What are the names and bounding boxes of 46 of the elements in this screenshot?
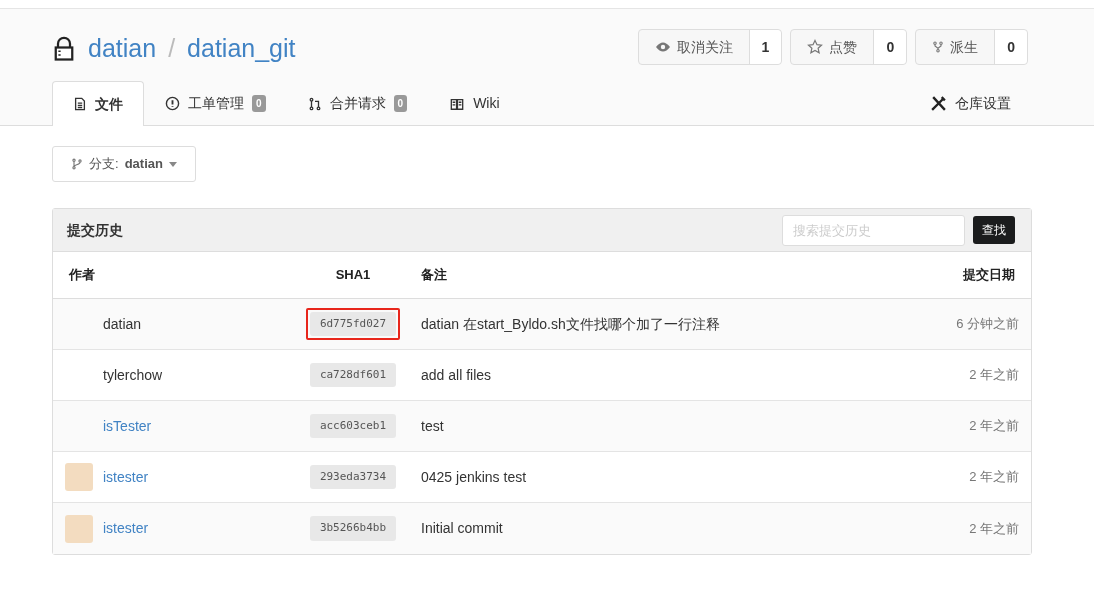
author-name: datian bbox=[103, 314, 142, 334]
fork-count[interactable]: 0 bbox=[995, 30, 1027, 64]
panel-title: 提交历史 bbox=[67, 220, 124, 240]
commit-date: 2 年之前 bbox=[968, 366, 1020, 385]
watch-button[interactable]: 取消关注 bbox=[638, 30, 750, 64]
branch-icon bbox=[71, 157, 83, 171]
path-separator: / bbox=[168, 33, 176, 65]
tab[interactable]: 文件 bbox=[52, 81, 144, 126]
find-button[interactable]: 查找 bbox=[973, 216, 1015, 244]
commit-date: 6 分钟之前 bbox=[955, 315, 1020, 334]
author-link[interactable]: isTester bbox=[103, 415, 152, 437]
repo-name-link[interactable]: datian_git bbox=[187, 30, 296, 68]
sha-link[interactable]: 6d775fd027 bbox=[305, 307, 401, 341]
author-link[interactable]: istester bbox=[103, 518, 149, 539]
commit-message: add all files bbox=[420, 365, 493, 385]
watch-count[interactable]: 1 bbox=[749, 30, 782, 64]
pull-request-icon bbox=[307, 95, 322, 112]
author-link[interactable]: istester bbox=[103, 466, 149, 488]
file-icon bbox=[73, 96, 87, 112]
author-name: tylerchow bbox=[103, 365, 163, 385]
commit-message: datian 在start_Byldo.sh文件找哪个加了一行注释 bbox=[420, 314, 721, 334]
tab[interactable]: 工单管理 0 bbox=[144, 81, 287, 125]
tab[interactable]: Wiki bbox=[428, 81, 521, 125]
tab[interactable]: 合并请求 0 bbox=[286, 81, 429, 125]
commit-message: 0425 jenkins test bbox=[420, 467, 528, 487]
commit-date: 2 年之前 bbox=[968, 417, 1020, 436]
column-header: 提交日期 bbox=[962, 266, 1016, 285]
count-badge: 0 bbox=[393, 95, 408, 112]
fork-icon bbox=[932, 40, 945, 54]
column-header: 备注 bbox=[420, 266, 448, 285]
commit-date: 2 年之前 bbox=[968, 468, 1020, 487]
branch-dropdown[interactable]: 分支: datian bbox=[52, 146, 196, 182]
commit-date: 2 年之前 bbox=[968, 519, 1020, 538]
column-header: SHA1 bbox=[334, 266, 372, 285]
caret-icon bbox=[168, 161, 177, 167]
star-icon bbox=[807, 39, 824, 55]
settings-tab[interactable]: 仓库设置 bbox=[909, 81, 1032, 125]
count-badge: 0 bbox=[252, 95, 266, 112]
exclamation-circle-icon bbox=[165, 96, 180, 111]
book-icon bbox=[449, 96, 466, 111]
star-count[interactable]: 0 bbox=[874, 30, 907, 64]
commit-message: test bbox=[420, 416, 445, 436]
repo-owner-link[interactable]: datian bbox=[88, 30, 157, 68]
commit-message: Initial commit bbox=[420, 519, 504, 538]
column-header: 作者 bbox=[67, 266, 96, 285]
eye-icon bbox=[654, 41, 671, 53]
